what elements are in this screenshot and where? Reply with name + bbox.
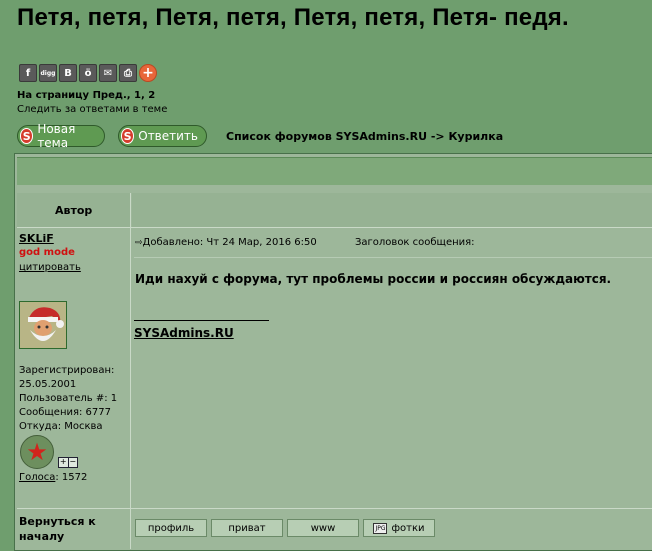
profile-label: профиль xyxy=(147,522,195,534)
facebook-icon[interactable]: f xyxy=(19,64,37,82)
subject-label: Заголовок сообщения: xyxy=(355,237,475,248)
user-number: Пользователь #: 1 xyxy=(19,393,118,404)
private-label: приват xyxy=(228,522,266,534)
private-message-button[interactable]: приват xyxy=(211,519,283,537)
post-separator xyxy=(134,257,652,258)
www-label: www xyxy=(310,522,336,534)
prev-page-link[interactable]: Пред. xyxy=(93,90,127,101)
post-added: Добавлено: Чт 24 Мар, 2016 6:50 xyxy=(142,237,317,248)
email-icon[interactable]: ✉ xyxy=(99,64,117,82)
back-to-top[interactable]: Вернуться к началу xyxy=(19,514,119,544)
vkontakte-icon[interactable]: B xyxy=(59,64,77,82)
signature-link[interactable]: SYSAdmins.RU xyxy=(134,326,234,340)
current-page: 2 xyxy=(148,90,156,101)
pagination-prefix: На страницу xyxy=(17,90,90,101)
row-divider xyxy=(17,227,652,228)
red-star-icon: ★ xyxy=(20,435,54,469)
pagination: На страницу Пред., 1, 2 xyxy=(17,90,156,101)
share-bar: f digg B ö ✉ ⎙ + xyxy=(19,64,157,82)
signature-divider xyxy=(134,320,269,321)
print-icon[interactable]: ⎙ xyxy=(119,64,137,82)
s-icon: S xyxy=(121,128,135,144)
breadcrumb-link[interactable]: Список форумов SYSAdmins.RU -> Курилка xyxy=(226,130,503,143)
author-column-header: Автор xyxy=(17,193,130,227)
new-topic-label: Новая тема xyxy=(37,122,76,150)
registered-label: Зарегистрирован: xyxy=(19,365,115,376)
user-location: Откуда: Москва xyxy=(19,421,103,432)
new-topic-button[interactable]: S Новая тема xyxy=(17,122,105,150)
follow-topic: Следить за ответами в теме xyxy=(17,104,167,115)
table-top-bar xyxy=(17,157,652,185)
registered-date: 25.05.2001 xyxy=(19,379,77,390)
expand-collapse-icon[interactable]: + − xyxy=(58,457,78,468)
photos-button[interactable]: JPG фотки xyxy=(363,519,435,537)
row-divider xyxy=(17,508,652,509)
votes-link[interactable]: Голоса xyxy=(19,472,55,483)
reply-button[interactable]: S Ответить xyxy=(118,125,207,147)
page-1-link[interactable]: 1 xyxy=(134,90,141,101)
more-share-icon[interactable]: + xyxy=(139,64,157,82)
avatar xyxy=(19,301,67,349)
message-count: Сообщения: 6777 xyxy=(19,407,112,418)
digg-icon[interactable]: digg xyxy=(39,64,57,82)
www-button[interactable]: www xyxy=(287,519,359,537)
column-divider xyxy=(130,193,131,549)
profile-button[interactable]: профиль xyxy=(135,519,207,537)
odnoklassniki-icon[interactable]: ö xyxy=(79,64,97,82)
user-rank: god mode xyxy=(19,247,75,258)
topic-title: Петя, петя, Петя, петя, Петя, петя, Петя… xyxy=(17,4,569,31)
post-body: Иди нахуй с форума, тут проблемы россии … xyxy=(135,272,612,286)
author-column-label: Автор xyxy=(55,204,93,217)
photos-label: фотки xyxy=(391,522,425,534)
photo-icon: JPG xyxy=(373,522,388,534)
s-icon: S xyxy=(20,128,34,144)
message-column-header xyxy=(132,193,652,227)
votes: Голоса: 1572 xyxy=(19,472,87,483)
post-username[interactable]: SKLiF xyxy=(19,232,54,245)
votes-count: : 1572 xyxy=(55,472,88,483)
quote-link[interactable]: цитировать xyxy=(19,262,81,273)
reply-label: Ответить xyxy=(138,129,198,143)
post-arrow-icon[interactable]: ⇨ xyxy=(135,238,143,248)
post-header: ⇨Добавлено: Чт 24 Мар, 2016 6:50 xyxy=(135,237,317,248)
follow-topic-link[interactable]: Следить за ответами в теме xyxy=(17,104,167,115)
breadcrumb: Список форумов SYSAdmins.RU -> Курилка xyxy=(226,130,503,143)
